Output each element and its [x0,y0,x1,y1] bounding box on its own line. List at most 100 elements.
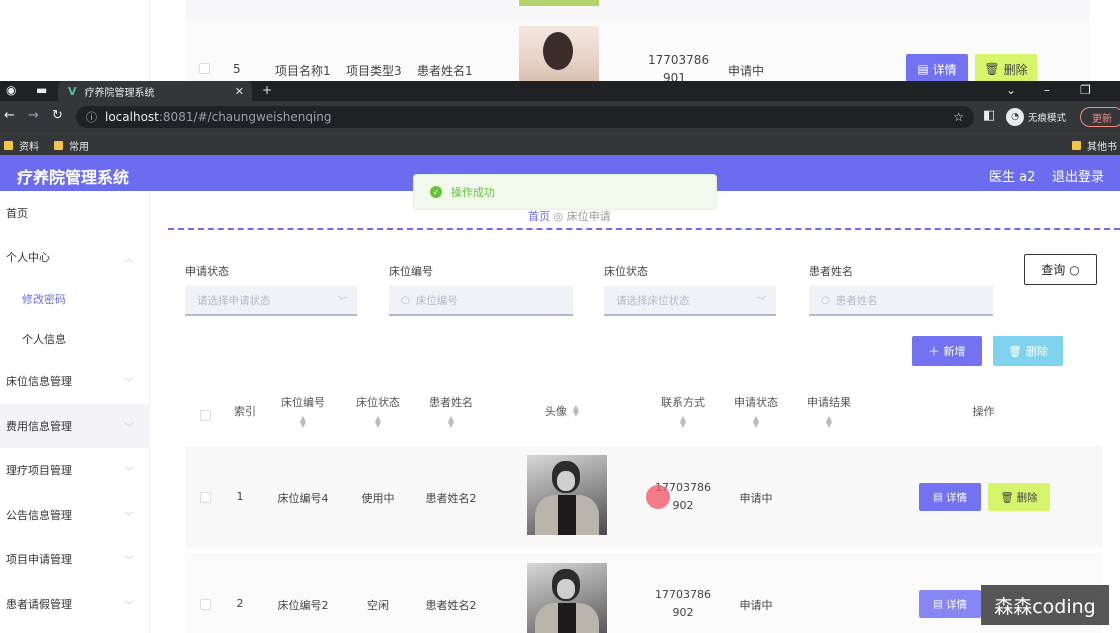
bookmark-star-icon[interactable]: ☆ [953,110,964,124]
url-host: localhost [105,110,159,124]
row-checkbox[interactable] [199,63,210,74]
plus-icon: ＋ [928,345,940,358]
chevron-down-icon: ﹀ [756,296,766,307]
reload-icon[interactable]: ↻ [52,108,63,123]
query-button[interactable]: 查询 ○ [1024,254,1097,285]
cell-bed-state: 使用中 [361,492,395,505]
current-user: 医生 a2 [989,170,1036,185]
back-icon[interactable]: ← [4,108,15,123]
new-tab-button[interactable]: + [262,83,272,97]
sort-icon[interactable]: ▲ ▼ [826,415,832,429]
column-header-apply-status[interactable]: 申请状态 ▲ ▼ [719,376,793,446]
sidebar-item-change-password[interactable]: 修改密码 [0,277,150,321]
detail-button[interactable]: ▤ 详情 [919,483,981,511]
side-panel-icon[interactable]: ◧ [983,108,995,123]
avatar[interactable] [527,563,607,633]
sidebar-item-notice-info[interactable]: 公告信息管理 ﹀ [0,493,150,537]
folder-icon [4,141,13,150]
update-button[interactable]: 更新 [1080,107,1120,127]
row-checkbox[interactable] [200,492,211,503]
minimize-icon[interactable]: – [1044,83,1050,97]
batch-delete-button[interactable]: 🗑 删除 [993,336,1063,366]
bookmark-folder-ziliao[interactable]: 资料 [4,138,39,153]
logout-link[interactable]: 退出登录 [1052,166,1104,185]
trash-icon: 🗑 [1008,344,1022,358]
incognito-profile[interactable]: ◔ 无痕模式 [1006,106,1066,128]
bookmark-folder-other[interactable]: 其他书 [1072,138,1117,153]
avatar[interactable] [527,455,607,535]
column-header-ops: 操作 [972,405,995,418]
sidebar-item-home[interactable]: 首页 [0,191,150,235]
column-header-bed-state[interactable]: 床位状态 ▲ ▼ [341,376,415,446]
cell-bed-no: 床位编号4 [277,492,329,505]
sidebar-item-fee-info[interactable]: 费用信息管理 ﹀ [0,404,150,448]
tab-title: 疗养院管理系统 [84,87,155,99]
bed-state-select[interactable]: 请选择床位状态 ﹀ [604,286,776,316]
app-title: 疗养院管理系统 [17,168,130,187]
filter-label-bed-no: 床位编号 [389,265,433,278]
tab-overview-icon[interactable]: ▬ [36,83,47,97]
background-row-previous [185,0,1090,20]
sort-icon[interactable]: ▲ ▼ [680,415,686,429]
trash-icon: 🗑 [984,62,1000,76]
browser-tab[interactable]: V 疗养院管理系统 ✕ [58,81,252,101]
search-icon: ○ [1069,262,1080,277]
close-tab-icon[interactable]: ✕ [235,85,244,98]
filter-label-bed-state: 床位状态 [604,265,648,278]
background-avatar [519,26,599,82]
chevron-down-icon: ﹀ [124,466,134,478]
watermark: 森森coding [981,585,1109,625]
breadcrumb: 首页 ◎ 床位申请 [528,208,611,224]
row-project-type: 项目类型3 [346,64,402,78]
sort-icon[interactable]: ▲ ▼ [448,415,454,429]
column-header-bed-no[interactable]: 床位编号 ▲ ▼ [265,376,341,446]
chevron-down-icon: ﹀ [124,422,134,434]
bed-no-input[interactable]: ○ 床位编号 [389,286,573,316]
apply-status-select[interactable]: 请选择申请状态 ﹀ [185,286,357,316]
sidebar-item-bed-info[interactable]: 床位信息管理 ﹀ [0,359,150,403]
background-avatar-previous [519,0,599,6]
sort-icon[interactable]: ▲ ▼ [573,404,579,418]
cell-bed-state: 空闲 [367,599,389,612]
sort-icon[interactable]: ▲ ▼ [300,415,306,429]
cell-index: 2 [236,597,244,610]
delete-button[interactable]: 🗑 删除 [988,483,1050,511]
url-input[interactable]: ⓘ localhost:8081/#/chaungweishenqing ☆ [76,106,974,128]
toast-message: 操作成功 [451,186,495,199]
select-all-checkbox[interactable] [200,410,211,421]
column-header-patient[interactable]: 患者姓名 ▲ ▼ [415,376,487,446]
chevron-down-icon: ﹀ [337,296,347,307]
sort-icon[interactable]: ▲ ▼ [753,415,759,429]
breadcrumb-home[interactable]: 首页 [528,210,550,223]
chevron-up-icon: ︿ [124,253,134,265]
background-delete-button[interactable]: 🗑 删除 [975,54,1037,82]
sidebar-item-personal-info[interactable]: 个人信息 [0,317,150,361]
table-row: 1 床位编号4 使用中 患者姓名2 17703786 902 申请中 ▤ 详情 🗑… [185,446,1102,548]
profile-label: 无痕模式 [1028,113,1067,124]
column-header-apply-result[interactable]: 申请结果 ▲ ▼ [793,376,865,446]
incognito-icon: ◔ [1006,108,1024,126]
sidebar-item-project-application[interactable]: 项目申请管理 ﹀ [0,537,150,581]
success-toast: ✓ 操作成功 [413,174,717,210]
url-path: :8081/#/chaungweishenqing [158,110,332,124]
tab-search-icon[interactable]: ⌄ [1006,83,1016,97]
background-detail-button[interactable]: ▤ 详情 [906,54,968,82]
sort-icon[interactable]: ▲ ▼ [375,415,381,429]
row-checkbox[interactable] [200,599,211,610]
sidebar-item-personal-center[interactable]: 个人中心 ︿ [0,235,150,279]
info-icon[interactable]: ⓘ [86,109,97,125]
restore-icon[interactable]: ❐ [1080,83,1091,97]
column-header-avatar[interactable]: 头像 ▲ ▼ [487,376,637,446]
forward-icon[interactable]: → [28,108,39,123]
add-button[interactable]: ＋新增 [912,336,982,366]
background-window: 5 项目名称1 项目类型3 患者姓名1 17703786 901 申请中 ▤ 详情… [0,0,1120,82]
detail-button[interactable]: ▤ 详情 [919,590,981,618]
vue-logo-icon: V [68,84,77,98]
bookmark-folder-changyong[interactable]: 常用 [54,138,89,153]
sidebar-item-therapy-project[interactable]: 理疗项目管理 ﹀ [0,448,150,492]
chevron-down-icon: ﹀ [124,511,134,523]
chrome-icon[interactable]: ◉ [6,83,16,97]
sidebar-item-patient-leave[interactable]: 患者请假管理 ﹀ [0,582,150,626]
patient-name-input[interactable]: ○ 患者姓名 [809,286,993,316]
column-header-phone[interactable]: 联系方式 ▲ ▼ [647,376,719,446]
